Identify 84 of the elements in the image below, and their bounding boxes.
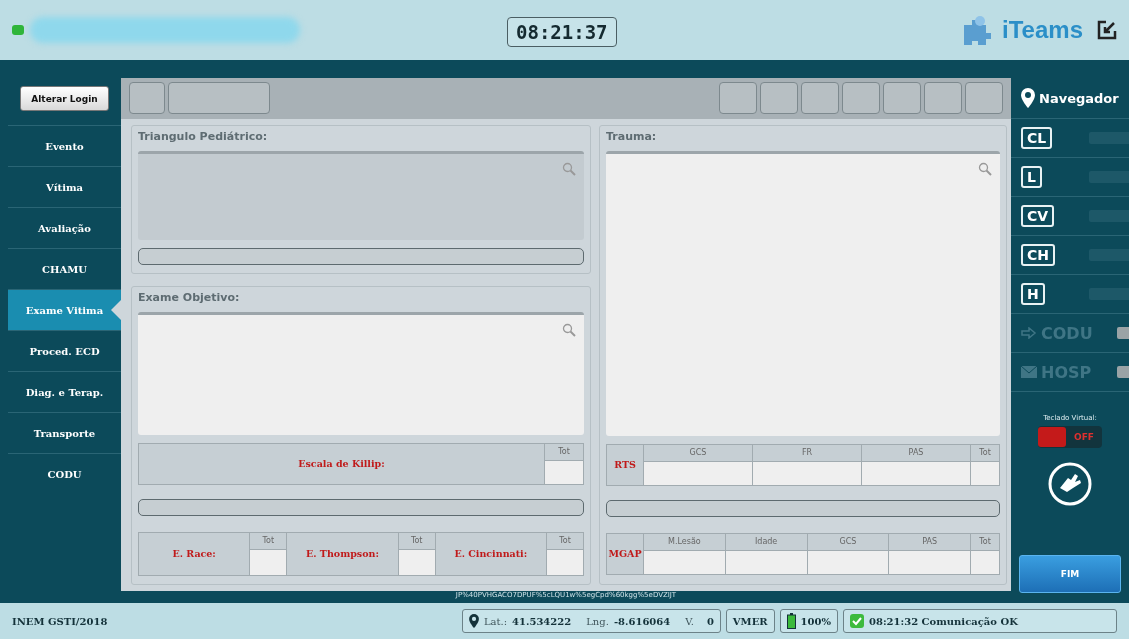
lat-label: Lat.:	[483, 615, 508, 627]
column-header: M.Lesão	[644, 533, 725, 551]
score-label: MGAP	[607, 547, 643, 562]
toolbar-slot[interactable]	[842, 82, 880, 115]
battery-level: 100%	[800, 615, 831, 627]
battery-icon	[786, 613, 796, 629]
column-header: Tot	[398, 532, 435, 550]
score-field[interactable]	[250, 549, 287, 575]
app-name: iTeams	[1002, 16, 1083, 44]
column-header: Tot	[250, 532, 287, 550]
speed-label: V.	[685, 615, 694, 627]
finish-button[interactable]: FIM	[1019, 555, 1121, 593]
score-field[interactable]	[398, 549, 435, 575]
lat-value: 41.534222	[512, 615, 572, 627]
text-area[interactable]	[138, 150, 584, 240]
column-header: PAS	[889, 533, 970, 551]
change-login-button[interactable]: Alterar Login	[20, 86, 109, 111]
input-field[interactable]	[138, 247, 584, 265]
toolbar-slot[interactable]	[801, 82, 839, 115]
column-header: Tot	[547, 532, 583, 550]
column-header: Tot	[545, 443, 583, 461]
column-header: Tot	[971, 444, 999, 462]
column-header: PAS	[862, 444, 970, 462]
column-header: FR	[753, 444, 861, 462]
section-title: Exame Objetivo:	[138, 290, 241, 304]
toolbar-slot[interactable]	[760, 82, 798, 115]
section-title: Trauma:	[606, 129, 658, 143]
column-header: Tot	[971, 533, 999, 551]
score-label: E. Cincinnati:	[434, 532, 546, 575]
indicator-bar	[1117, 366, 1129, 378]
clock: 08:21:37	[507, 17, 617, 47]
column-header: GCS	[807, 533, 889, 551]
score-label: Escala de Killip:	[297, 457, 386, 472]
toolbar-slot[interactable]	[883, 82, 921, 115]
score-field[interactable]	[971, 550, 999, 574]
shortcut-button[interactable]: CV	[1021, 205, 1055, 227]
score-field[interactable]	[862, 461, 970, 485]
arrow-icon	[1021, 327, 1037, 339]
search-icon[interactable]	[562, 161, 576, 176]
speed-value: 0	[706, 615, 714, 627]
shortcut-button[interactable]: CH	[1021, 244, 1055, 266]
indicator-bar	[1117, 327, 1129, 339]
search-icon[interactable]	[978, 161, 992, 176]
search-icon[interactable]	[562, 322, 576, 337]
score-field[interactable]	[545, 460, 583, 484]
lng-label: Lng.	[586, 615, 609, 627]
map-pin-icon	[468, 614, 479, 628]
sign-language-logo-icon	[1048, 462, 1092, 506]
envelope-icon	[1021, 366, 1037, 378]
toolbar-field[interactable]	[168, 82, 270, 115]
score-field[interactable]	[644, 550, 725, 574]
shortcut-button[interactable]: H	[1021, 283, 1045, 305]
score-field[interactable]	[753, 461, 861, 485]
text-area[interactable]	[138, 311, 584, 435]
score-field[interactable]	[807, 550, 889, 574]
column-header: Idade	[725, 533, 807, 551]
score-label: E. Race:	[171, 547, 217, 562]
input-field[interactable]	[606, 499, 1000, 517]
column-header: GCS	[644, 444, 752, 462]
toolbar-slot[interactable]	[719, 82, 757, 115]
communication-status: 08:21:32 Comunicação OK	[869, 615, 1018, 627]
shortcut-button[interactable]: CL	[1021, 127, 1053, 149]
section-title: Triangulo Pediátrico:	[138, 129, 269, 143]
toolbar-slot[interactable]	[129, 82, 165, 115]
sidebar-item[interactable]: Exame Vitima	[8, 289, 121, 330]
status-led-icon	[12, 24, 24, 36]
score-label: RTS	[613, 458, 637, 473]
score-field[interactable]	[725, 550, 807, 574]
unit-badge: VMER	[725, 609, 775, 633]
input-field[interactable]	[138, 498, 584, 516]
toolbar-slot[interactable]	[924, 82, 962, 115]
score-label: E. Thompson:	[286, 532, 398, 575]
navigator-link[interactable]: Navegador	[1039, 90, 1119, 106]
toolbar-slot[interactable]	[965, 82, 1003, 115]
check-icon	[850, 614, 864, 628]
map-pin-icon	[1021, 88, 1035, 108]
score-field[interactable]	[889, 550, 970, 574]
score-field[interactable]	[971, 461, 999, 485]
shortcut-button[interactable]: L	[1021, 166, 1042, 188]
copyright-text: INEM GSTI/2018	[12, 615, 108, 627]
score-field[interactable]	[644, 461, 752, 485]
exit-icon[interactable]	[1097, 20, 1117, 40]
lng-value: -8.616064	[613, 615, 671, 627]
score-field[interactable]	[547, 549, 583, 575]
